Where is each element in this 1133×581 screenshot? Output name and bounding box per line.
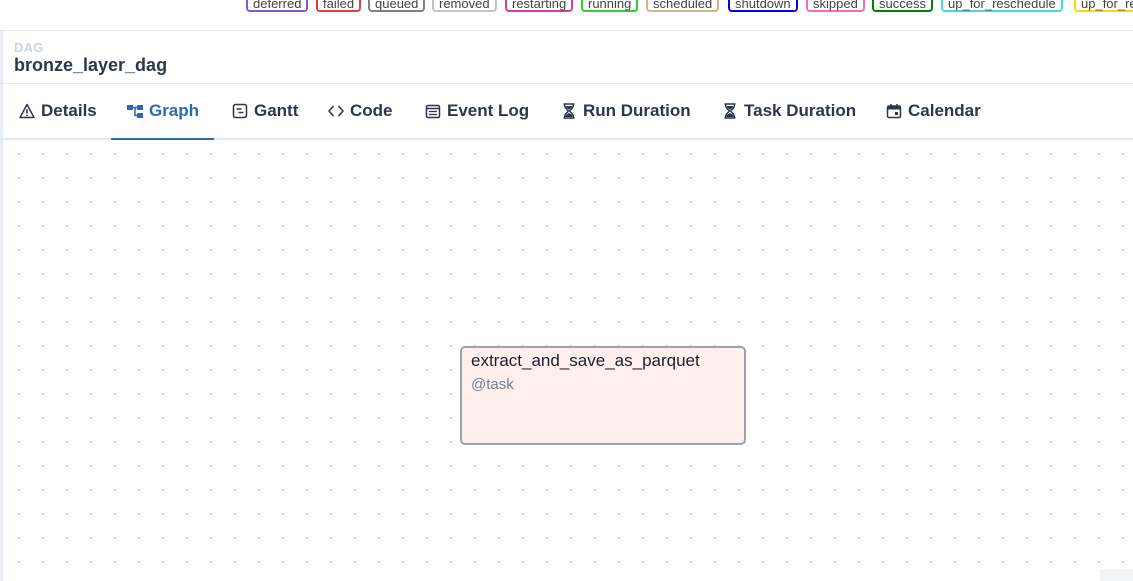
tab-task-duration-label: Task Duration [744, 101, 857, 120]
legend-chip-failed: failed [316, 0, 362, 12]
tab-event-log[interactable]: Event Log [424, 84, 529, 138]
tab-graph[interactable]: Graph [111, 84, 214, 140]
tab-code[interactable]: Code [327, 84, 393, 138]
tab-details[interactable]: Details [18, 84, 97, 138]
code-icon [327, 102, 345, 120]
legend-chip-success: success [872, 0, 933, 12]
tab-code-label: Code [350, 101, 393, 120]
tab-gantt-label: Gantt [254, 101, 299, 120]
legend-chip-deferred: deferred [246, 0, 309, 12]
legend-chip-running: running [581, 0, 639, 12]
task-name: extract_and_save_as_parquet [471, 351, 700, 370]
event-log-icon [424, 102, 442, 120]
legend-chip-up-for-retry: up_for_re [1074, 0, 1133, 12]
tab-gantt[interactable]: Gantt [231, 84, 298, 138]
legend-chip-scheduled: scheduled [646, 0, 720, 12]
tab-bar: Details Graph Gantt Code Event Log Run D… [0, 84, 1133, 140]
gantt-icon [231, 102, 249, 120]
legend-chip-up-for-reschedule: up_for_reschedule [941, 0, 1063, 12]
graph-canvas[interactable]: extract_and_save_as_parquet @task [3, 140, 1133, 581]
warning-triangle-icon [18, 102, 36, 120]
calendar-icon [885, 102, 903, 120]
tab-run-duration[interactable]: Run Duration [560, 84, 691, 138]
hourglass-icon [560, 102, 578, 120]
tab-graph-label: Graph [148, 101, 200, 120]
legend-chip-queued: queued [368, 0, 426, 12]
state-legend: deferred failed queued removed restartin… [0, 0, 1133, 14]
tab-event-log-label: Event Log [447, 101, 530, 120]
legend-chip-shutdown: shutdown [728, 0, 798, 12]
tab-calendar[interactable]: Calendar [885, 84, 981, 138]
scroll-corner [1100, 569, 1133, 581]
tab-details-label: Details [41, 101, 97, 120]
legend-chip-skipped: skipped [806, 0, 865, 12]
dag-header: DAG bronze_layer_dag [0, 31, 1133, 84]
dag-title: bronze_layer_dag [14, 55, 168, 75]
dag-label: DAG [14, 40, 44, 55]
tab-run-duration-label: Run Duration [583, 101, 691, 120]
tab-task-duration[interactable]: Task Duration [721, 84, 856, 138]
legend-chip-removed: removed [432, 0, 497, 12]
hourglass-icon [721, 102, 739, 120]
graph-icon [126, 102, 144, 120]
legend-chip-restarting: restarting [505, 0, 574, 12]
task-operator: @task [471, 376, 514, 393]
task-node-extract-and-save-as-parquet[interactable]: extract_and_save_as_parquet @task [460, 346, 746, 445]
tab-calendar-label: Calendar [908, 101, 981, 120]
